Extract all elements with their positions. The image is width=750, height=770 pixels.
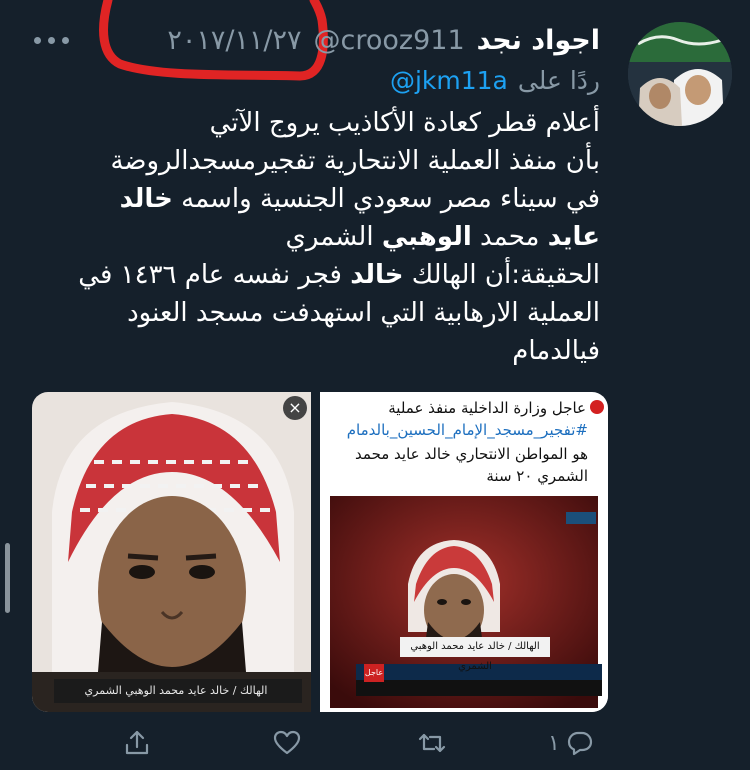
media-photo-right[interactable]: عاجل وزارة الداخلية منفذ عملية #تفجير_مس… <box>320 392 608 712</box>
share-button[interactable] <box>123 728 151 758</box>
reply-button[interactable]: ١ <box>548 728 594 758</box>
reply-count: ١ <box>548 730 560 756</box>
news-line: الشمري ٢٠ سنة <box>486 467 588 485</box>
heart-icon <box>273 730 301 755</box>
body-line: أعلام قطر كعادة الأكاذيب يروج الآتي <box>209 108 600 138</box>
media-photo-left[interactable]: الهالك / خالد عايد محمد الوهبي الشمري × <box>32 392 311 712</box>
tweet-header: اجواد نجد @crooz911 ٢٠١٧/١١/٢٧ <box>167 20 600 60</box>
tweet-body: أعلام قطر كعادة الأكاذيب يروج الآتي بأن … <box>40 104 600 370</box>
reply-handle-link[interactable]: @jkm11a <box>390 66 508 95</box>
tv-breaking-tag: عاجل <box>364 664 384 682</box>
scrollbar[interactable] <box>5 543 10 613</box>
display-name[interactable]: اجواد نجد <box>477 25 600 56</box>
more-options-icon[interactable] <box>34 30 84 50</box>
tv-caption: الهالك / خالد عايد محمد الوهبي الشمري <box>400 637 550 672</box>
body-line: الحقيقة:أن الهالك خالد فجر نفسه عام ١٤٣٦… <box>78 260 600 290</box>
tweet-actions: ١ <box>0 714 750 770</box>
body-line: عايد محمد الوهبي الشمري <box>285 222 601 252</box>
left-photo-caption: الهالك / خالد عايد محمد الوهبي الشمري <box>54 679 302 703</box>
breaking-dot-icon <box>590 400 604 414</box>
close-icon[interactable]: × <box>283 396 307 420</box>
retweet-icon <box>418 733 446 753</box>
tweet-date[interactable]: ٢٠١٧/١١/٢٧ <box>167 25 301 56</box>
body-line: بأن منفذ العملية الانتحارية تفجيرمسجدالر… <box>110 146 600 176</box>
news-line: هو المواطن الانتحاري خالد عايد محمد <box>355 445 588 463</box>
reply-icon <box>567 731 592 756</box>
body-line: فيالدمام <box>512 336 600 366</box>
reply-context: ردًا على @jkm11a <box>390 62 600 98</box>
reply-prefix: ردًا على <box>517 65 600 95</box>
avatar[interactable] <box>628 22 732 126</box>
tweet: اجواد نجد @crooz911 ٢٠١٧/١١/٢٧ ردًا على … <box>0 0 750 770</box>
news-hashtag: #تفجير_مسجد_الإمام_الحسين_بالدمام <box>346 421 588 439</box>
tweet-media[interactable]: الهالك / خالد عايد محمد الوهبي الشمري × … <box>32 392 608 712</box>
body-line: في سيناء مصر سعودي الجنسية واسمه خالد <box>119 184 600 214</box>
like-button[interactable] <box>273 728 307 758</box>
news-line: عاجل وزارة الداخلية منفذ عملية <box>388 399 586 417</box>
retweet-button[interactable] <box>418 728 452 758</box>
news-text-block: عاجل وزارة الداخلية منفذ عملية #تفجير_مس… <box>320 392 608 492</box>
body-line: العملية الارهابية التي استهدفت مسجد العن… <box>127 298 600 328</box>
share-icon <box>125 730 149 755</box>
user-handle[interactable]: @crooz911 <box>314 25 465 56</box>
